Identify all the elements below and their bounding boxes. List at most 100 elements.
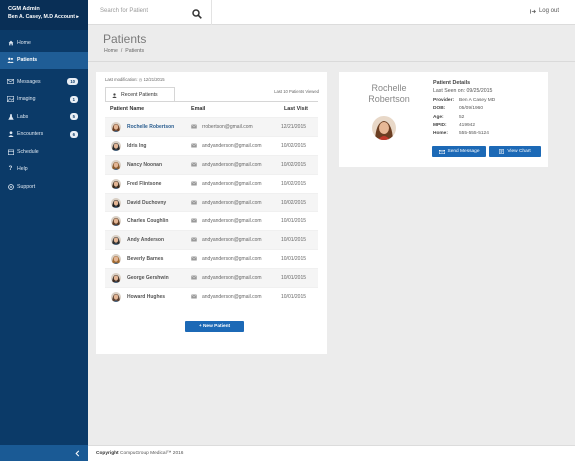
sidebar: CGM Admin Ben A. Casey, M.D Account ▸ Ho… — [0, 0, 88, 461]
patient-name-cell[interactable]: George Gershwin — [127, 275, 169, 281]
calendar-icon — [7, 149, 14, 155]
patient-last-visit-cell: 10/02/2015 — [281, 199, 307, 206]
viewed-count-label: Last 10 Patients Viewed — [274, 89, 319, 94]
avatar — [111, 292, 121, 303]
table-row[interactable]: Andy Anderson andyanderson@gmail.com 10/01… — [105, 230, 318, 250]
envelope-icon — [191, 162, 197, 167]
patient-email-cell[interactable]: andyanderson@gmail.com — [202, 237, 262, 243]
chart-document-icon — [499, 149, 505, 154]
patient-name-cell[interactable]: Andy Anderson — [127, 237, 164, 243]
patient-name-cell[interactable]: Idris Ing — [127, 143, 146, 149]
patient-email-cell[interactable]: andyanderson@gmail.com — [202, 275, 262, 281]
table-row[interactable]: Charles Coughlin andyanderson@gmail.com 10… — [105, 211, 318, 230]
patients-icon — [7, 57, 14, 64]
avatar — [111, 273, 121, 284]
column-header-name[interactable]: Patient Name — [110, 106, 144, 112]
sidebar-item-schedule[interactable]: Schedule — [0, 143, 88, 161]
envelope-icon — [191, 199, 197, 205]
patient-name-cell[interactable]: Fred Flintsone — [127, 181, 161, 187]
footer: Copyright CompuGroup Medical™ 2016 — [88, 445, 575, 461]
breadcrumb: Home / Patients — [104, 48, 147, 54]
patient-email-cell[interactable]: andyanderson@gmail.com — [202, 218, 262, 224]
patient-email-cell[interactable]: andyanderson@gmail.com — [202, 294, 262, 300]
sidebar-item-label: Patients — [17, 57, 38, 64]
patient-name-cell[interactable]: Charles Coughlin — [127, 218, 168, 224]
patient-name-cell[interactable]: David Duchovny — [127, 200, 166, 206]
patient-last-name: Robertson — [368, 94, 410, 104]
search-input[interactable]: Search for Patient — [100, 8, 148, 14]
column-header-email[interactable]: Email — [191, 106, 205, 112]
sidebar-item-messages[interactable]: Messages 10 — [0, 73, 88, 91]
table-row[interactable]: Rochelle Robertson rrobertson@gmail.com 12… — [105, 117, 318, 136]
home-icon — [7, 40, 14, 46]
user-account-menu[interactable]: Ben A. Casey, M.D Account ▸ — [8, 13, 88, 21]
envelope-icon — [7, 79, 14, 85]
envelope-icon — [191, 256, 197, 261]
avatar — [111, 197, 121, 208]
sidebar-item-label: Messages — [17, 78, 41, 85]
sidebar-collapse-button[interactable] — [0, 445, 88, 461]
table-row[interactable]: George Gershwin andyanderson@gmail.com 10/… — [105, 268, 318, 288]
logout-button[interactable]: Log out — [530, 8, 559, 14]
patient-last-visit-cell: 10/02/2015 — [281, 161, 307, 168]
imaging-icon — [7, 96, 14, 103]
column-header-last-visit[interactable]: Last Visit — [284, 106, 308, 112]
patient-email-cell[interactable]: andyanderson@gmail.com — [202, 200, 262, 206]
patient-table-body: Rochelle Robertson rrobertson@gmail.com 12… — [105, 117, 318, 306]
patient-name: Rochelle Robertson — [349, 83, 429, 105]
chevron-left-icon — [75, 450, 80, 456]
patient-email-cell[interactable]: andyanderson@gmail.com — [202, 256, 262, 262]
patient-first-name: Rochelle — [371, 83, 407, 93]
patient-name-cell[interactable]: Nancy Noonan — [127, 162, 162, 168]
table-row[interactable]: Beverly Barnes andyanderson@gmail.com 10/0… — [105, 249, 318, 268]
breadcrumb-separator: / — [120, 48, 123, 54]
patient-last-visit-cell: 12/21/2015 — [281, 124, 307, 130]
sidebar-item-label: Help — [17, 166, 28, 173]
sidebar-item-encounters[interactable]: Encounters 6 — [0, 126, 88, 144]
sidebar-item-imaging[interactable]: Imaging 1 — [0, 91, 88, 109]
table-row[interactable]: Fred Flintsone andyanderson@gmail.com 10/0… — [105, 173, 318, 193]
user-icon — [112, 92, 117, 98]
new-patient-button[interactable]: + New Patient — [185, 321, 244, 332]
flask-icon — [7, 114, 14, 120]
sidebar-item-patients[interactable]: Patients — [0, 51, 88, 69]
envelope-icon — [191, 180, 197, 186]
avatar — [111, 254, 121, 265]
envelope-icon — [191, 143, 197, 148]
brand-block: CGM Admin Ben A. Casey, M.D Account ▸ — [0, 0, 88, 30]
table-row[interactable]: Idris Ing andyanderson@gmail.com 10/02/201… — [105, 135, 318, 155]
patient-name-cell[interactable]: Howard Hughes — [127, 294, 165, 300]
sidebar-item-support[interactable]: Support — [0, 178, 88, 196]
patient-email-cell[interactable]: andyanderson@gmail.com — [202, 143, 262, 149]
detail-row-provider: Provider: Ben A Casey MD — [433, 98, 496, 103]
search-button[interactable] — [192, 6, 202, 19]
avatar — [111, 140, 121, 151]
patient-email-cell[interactable]: andyanderson@gmail.com — [202, 181, 262, 187]
support-icon — [7, 183, 14, 190]
table-row[interactable]: David Duchovny andyanderson@gmail.com 10/0… — [105, 192, 318, 212]
breadcrumb-home[interactable]: Home — [104, 48, 118, 54]
table-row[interactable]: Howard Hughes andyanderson@gmail.com 10/01… — [105, 287, 318, 306]
sidebar-item-home[interactable]: Home — [0, 34, 88, 52]
send-message-button[interactable]: Send Message — [432, 146, 486, 157]
top-header: Search for Patient Log out — [88, 0, 575, 25]
patient-email-cell[interactable]: rrobertson@gmail.com — [202, 124, 253, 130]
sidebar-item-labs[interactable]: Labs 5 — [0, 108, 88, 126]
view-chart-label: View Chart — [507, 149, 531, 154]
tab-recent-patients[interactable]: Recent Patients — [105, 87, 175, 102]
encounters-badge: 6 — [69, 130, 78, 138]
table-header: Patient Name Email Last Visit — [105, 106, 318, 115]
view-chart-button[interactable]: View Chart — [489, 146, 541, 157]
patient-name-cell[interactable]: Rochelle Robertson — [127, 124, 174, 130]
sidebar-item-help[interactable]: ? Help — [0, 161, 88, 179]
messages-badge: 10 — [67, 78, 78, 85]
imaging-badge: 1 — [69, 95, 78, 103]
tab-label: Recent Patients — [121, 92, 158, 98]
sidebar-item-label: Schedule — [17, 148, 39, 155]
patient-name-cell[interactable]: Beverly Barnes — [127, 256, 163, 262]
envelope-icon — [191, 275, 197, 280]
sidebar-item-label: Imaging — [17, 96, 36, 103]
table-row[interactable]: Nancy Noonan andyanderson@gmail.com 10/02/… — [105, 154, 318, 174]
patient-details-fields: Provider: Ben A Casey MD DOB: 05/09/1960 A… — [433, 98, 543, 139]
patient-email-cell[interactable]: andyanderson@gmail.com — [202, 162, 262, 168]
